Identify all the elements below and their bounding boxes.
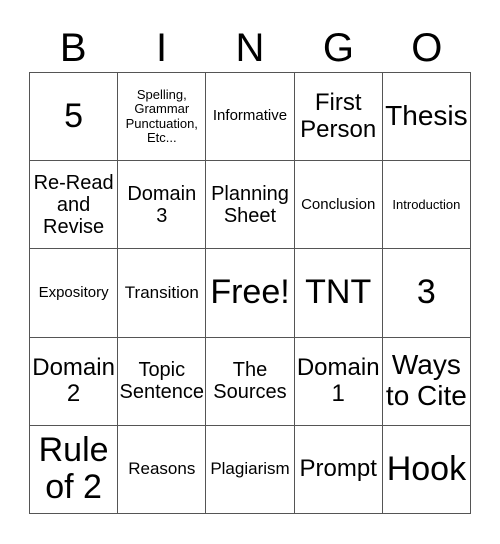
bingo-cell[interactable]: Rule of 2 (30, 425, 119, 514)
bingo-cell[interactable]: Expository (30, 249, 119, 338)
bingo-cell[interactable]: Reasons (118, 425, 207, 514)
bingo-cell[interactable]: Domain 3 (118, 161, 207, 250)
bingo-cell[interactable]: First Person (294, 73, 383, 162)
bingo-cell[interactable]: Introduction (382, 161, 471, 250)
bingo-cell[interactable]: Informative (206, 73, 295, 162)
bingo-cell[interactable]: Domain 1 (294, 337, 383, 426)
bingo-cell[interactable]: 5 (30, 73, 119, 162)
bingo-cell[interactable]: Ways to Cite (382, 337, 471, 426)
bingo-free-cell[interactable]: Free! (206, 249, 295, 338)
header-letter-b: B (59, 26, 87, 70)
bingo-header: B I N G O (29, 24, 471, 72)
header-letter-g: G (322, 26, 354, 70)
bingo-cell[interactable]: Planning Sheet (206, 161, 295, 250)
bingo-cell[interactable]: TNT (294, 249, 383, 338)
bingo-cell[interactable]: Domain 2 (30, 337, 119, 426)
bingo-cell[interactable]: The Sources (206, 337, 295, 426)
bingo-cell[interactable]: Thesis (382, 73, 471, 162)
bingo-cell[interactable]: Spelling, Grammar Punctuation, Etc... (118, 73, 207, 162)
bingo-cell[interactable]: 3 (382, 249, 471, 338)
bingo-cell[interactable]: Prompt (294, 425, 383, 514)
bingo-cell[interactable]: Hook (382, 425, 471, 514)
bingo-cell[interactable]: Plagiarism (206, 425, 295, 514)
bingo-cell[interactable]: Re-Read and Revise (30, 161, 119, 250)
bingo-cell[interactable]: Topic Sentence (118, 337, 207, 426)
header-letter-o: O (411, 26, 443, 70)
bingo-grid: 5 Spelling, Grammar Punctuation, Etc... … (29, 72, 471, 514)
bingo-cell[interactable]: Transition (118, 249, 207, 338)
header-letter-n: N (235, 26, 265, 70)
header-letter-i: I (156, 26, 168, 70)
bingo-cell[interactable]: Conclusion (294, 161, 383, 250)
